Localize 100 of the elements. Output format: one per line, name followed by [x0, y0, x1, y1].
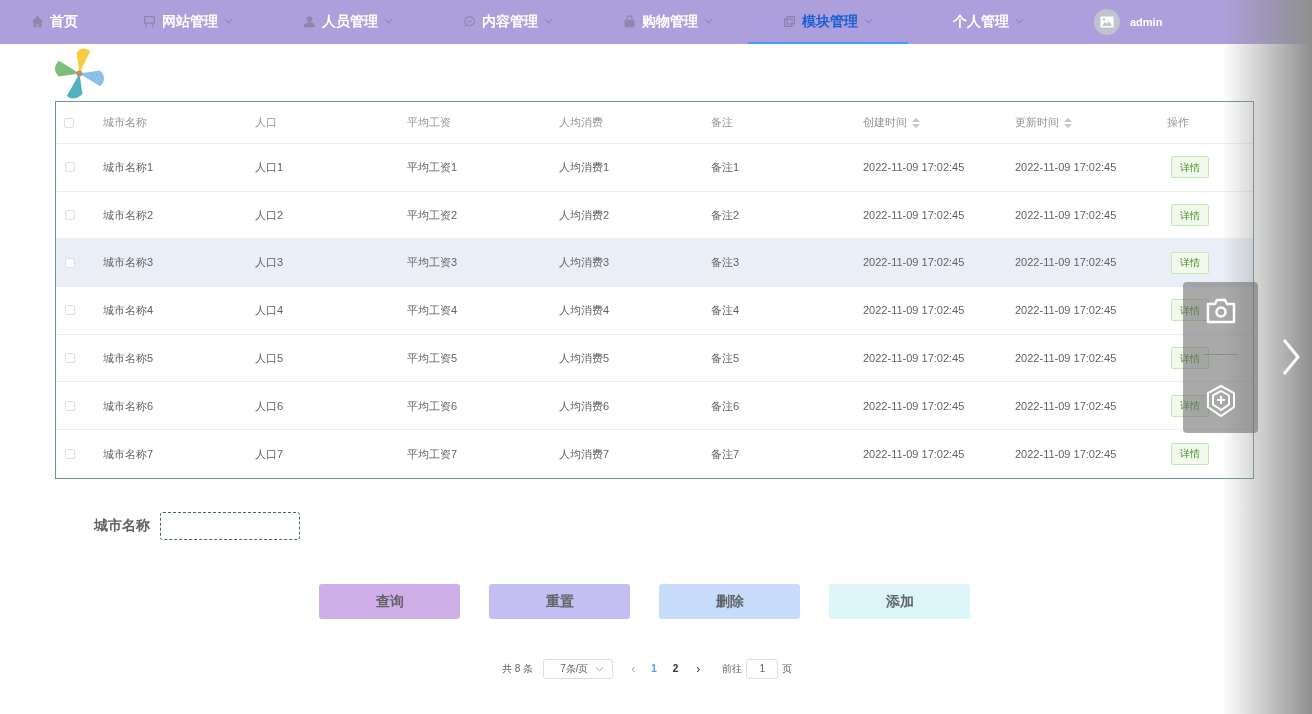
nav-item[interactable]: 首页 — [0, 0, 108, 44]
page-number[interactable]: 1 — [651, 661, 657, 677]
goto-page-field[interactable]: 1 — [746, 658, 779, 679]
table-cell: 人口4 — [255, 304, 284, 317]
board-icon — [143, 14, 156, 28]
action-button[interactable]: 添加 — [829, 583, 970, 619]
table-cell: 人口6 — [255, 399, 284, 412]
checkbox[interactable] — [65, 400, 75, 411]
chat-icon — [463, 14, 476, 28]
copy-icon — [783, 14, 796, 28]
table-cell: 2022-11-09 17:02:45 — [1015, 256, 1117, 269]
table-cell: 城市名称4 — [103, 304, 154, 317]
column-header[interactable]: 更新时间 — [1015, 114, 1059, 131]
table-cell: 备注3 — [711, 256, 740, 269]
nav-item[interactable]: 个人管理 — [908, 0, 1068, 44]
table-cell: 2022-11-09 17:02:45 — [1015, 304, 1117, 317]
table-cell: 城市名称7 — [103, 447, 154, 460]
table-cell: 人口3 — [255, 256, 284, 269]
table-cell: 人均消费1 — [559, 161, 610, 174]
prev-page-button[interactable]: ‹ — [631, 659, 636, 678]
table-cell: 人口7 — [255, 447, 284, 460]
column-header: 操作 — [1167, 115, 1189, 131]
table-row[interactable]: 城市名称3 人口3 平均工资3 人均消费3 备注3 2022-11-09 17:02:45 2022-11-09 17:02:45 详情 — [56, 239, 1253, 288]
column-header[interactable]: 创建时间 — [863, 114, 907, 131]
checkbox[interactable] — [65, 353, 75, 364]
table-cell: 人均消费2 — [559, 208, 610, 221]
column-header: 人均消费 — [559, 115, 603, 131]
checkbox[interactable] — [65, 305, 75, 316]
nav-item[interactable]: 内容管理 — [428, 0, 588, 44]
table-cell: 备注6 — [711, 399, 740, 412]
nav-item[interactable]: 购物管理 — [588, 0, 748, 44]
table-cell: 平均工资2 — [407, 208, 458, 221]
table-cell: 2022-11-09 17:02:45 — [863, 351, 965, 364]
checkbox[interactable] — [65, 162, 75, 173]
goto-label: 前往 — [722, 662, 743, 677]
table-cell: 人均消费7 — [559, 447, 610, 460]
table-cell: 2022-11-09 17:02:45 — [863, 447, 965, 460]
caret-icon — [704, 18, 713, 24]
table-cell: 备注7 — [711, 447, 740, 460]
next-page-button[interactable]: › — [696, 659, 701, 678]
home-icon — [30, 14, 44, 28]
caret-icon — [1014, 18, 1024, 24]
detail-button[interactable]: 详情 — [1171, 204, 1209, 227]
table-cell: 平均工资6 — [407, 399, 458, 412]
table-cell: 人口2 — [255, 208, 284, 221]
table-cell: 人口5 — [255, 351, 284, 364]
table-cell: 2022-11-09 17:02:45 — [1015, 161, 1117, 174]
checkbox[interactable] — [65, 210, 75, 221]
city-name-field[interactable] — [160, 511, 300, 540]
detail-button[interactable]: 详情 — [1171, 156, 1209, 179]
table-cell: 城市名称2 — [103, 208, 154, 221]
caret-icon — [384, 18, 393, 24]
plus-shield-icon[interactable] — [1204, 384, 1237, 419]
checkbox[interactable] — [65, 448, 75, 459]
nav-item[interactable]: 网站管理 — [108, 0, 268, 44]
table-cell: 平均工资4 — [407, 304, 458, 317]
column-header: 城市名称 — [103, 115, 147, 131]
checkbox[interactable] — [65, 257, 75, 268]
table-cell: 人口1 — [255, 161, 284, 174]
detail-button[interactable]: 详情 — [1171, 251, 1209, 274]
table-cell: 城市名称5 — [103, 351, 154, 364]
table-cell: 2022-11-09 17:02:45 — [1015, 399, 1117, 412]
table-cell: 人均消费4 — [559, 304, 610, 317]
table-cell: 城市名称1 — [103, 161, 154, 174]
detail-button[interactable]: 详情 — [1171, 442, 1209, 465]
sort-icon[interactable] — [1064, 117, 1072, 128]
table-cell: 备注1 — [711, 161, 740, 174]
chevron-right-icon[interactable] — [1281, 338, 1301, 376]
user-name[interactable]: admin — [1130, 13, 1163, 31]
page-size-select[interactable]: 7条/页 — [543, 658, 614, 679]
table-cell: 2022-11-09 17:02:45 — [863, 399, 965, 412]
action-button[interactable]: 重置 — [489, 583, 630, 619]
table-cell: 备注4 — [711, 304, 740, 317]
table-cell: 备注5 — [711, 351, 740, 364]
table-cell: 2022-11-09 17:02:45 — [1015, 208, 1117, 221]
nav-item[interactable]: 人员管理 — [268, 0, 428, 44]
caret-icon — [864, 18, 873, 24]
action-button[interactable]: 删除 — [659, 583, 800, 619]
table-cell: 备注2 — [711, 208, 740, 221]
bag-icon — [623, 14, 636, 28]
checkbox[interactable] — [64, 117, 74, 128]
caret-icon — [544, 18, 553, 24]
sort-icon[interactable] — [912, 117, 920, 128]
total-count: 共 8 条 — [502, 662, 534, 677]
goto-suffix: 页 — [782, 662, 793, 677]
page-number[interactable]: 2 — [672, 661, 679, 677]
table-cell: 平均工资1 — [407, 161, 458, 174]
table-cell: 人均消费3 — [559, 256, 610, 269]
column-header: 人口 — [255, 115, 277, 131]
nav-item[interactable]: 模块管理 — [748, 0, 908, 44]
action-button[interactable]: 查询 — [319, 583, 460, 619]
table-cell: 平均工资3 — [407, 256, 458, 269]
table-cell: 2022-11-09 17:02:45 — [863, 256, 965, 269]
avatar-icon[interactable] — [1094, 9, 1120, 35]
table-cell: 平均工资7 — [407, 447, 458, 460]
camera-icon[interactable] — [1204, 296, 1237, 325]
table-cell: 2022-11-09 17:02:45 — [1015, 447, 1117, 460]
caret-icon — [595, 665, 605, 672]
table-cell: 2022-11-09 17:02:45 — [863, 161, 965, 174]
table-cell: 人均消费5 — [559, 351, 610, 364]
